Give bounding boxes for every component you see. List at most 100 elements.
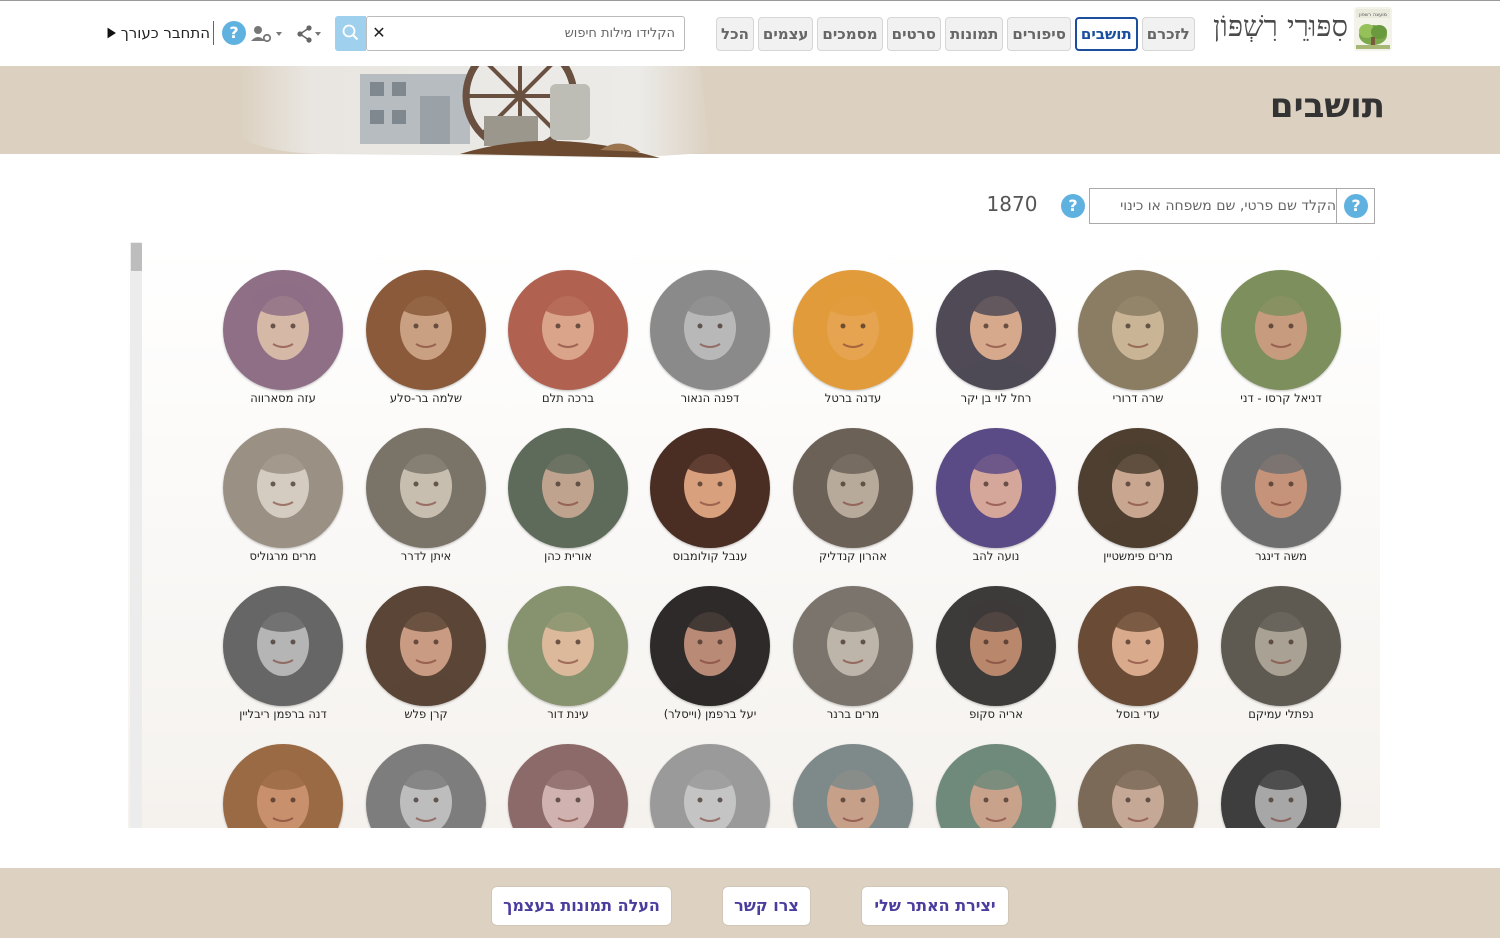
upload-photos-button[interactable]: העלה תמונות בעצמך	[491, 886, 672, 926]
resident-photo[interactable]	[223, 586, 343, 706]
resident-photo[interactable]	[508, 744, 628, 828]
resident-card[interactable]	[356, 744, 496, 828]
resident-name[interactable]: ברכה תלם	[498, 391, 638, 409]
resident-name[interactable]: מרים ברנר	[783, 707, 923, 725]
tab-memorial[interactable]: לזכרם	[1141, 17, 1195, 51]
create-my-site-button[interactable]: יצירת האתר שלי	[861, 886, 1009, 926]
resident-photo[interactable]	[793, 270, 913, 390]
resident-name[interactable]: עדי בוסל	[1068, 707, 1208, 725]
resident-card[interactable]	[1211, 744, 1351, 828]
resident-name[interactable]: ענבל קולומבוס	[640, 549, 780, 567]
tab-objects[interactable]: עצמים	[757, 17, 814, 51]
resident-photo[interactable]	[366, 428, 486, 548]
resident-photo[interactable]	[936, 586, 1056, 706]
resident-name[interactable]: דפנה הנאור	[640, 391, 780, 409]
resident-name[interactable]: נועה להב	[926, 549, 1066, 567]
resident-card[interactable]: איתן לדרר	[356, 428, 496, 578]
resident-card[interactable]: מרים פימשטיין	[1068, 428, 1208, 578]
resident-photo[interactable]	[793, 586, 913, 706]
resident-photo[interactable]	[366, 586, 486, 706]
resident-photo[interactable]	[650, 270, 770, 390]
tab-residents[interactable]: תושבים	[1074, 17, 1138, 51]
search-button[interactable]	[335, 16, 366, 51]
resident-card[interactable]: ענבל קולומבוס	[640, 428, 780, 578]
resident-name[interactable]: משה דינגר	[1211, 549, 1351, 567]
resident-name[interactable]: רחל לוי בן יקר	[926, 391, 1066, 409]
resident-photo[interactable]	[1221, 428, 1341, 548]
resident-photo[interactable]	[1221, 744, 1341, 828]
share-menu-button[interactable]	[296, 23, 326, 45]
resident-name[interactable]: דנה ברפמן ריבליין	[213, 707, 353, 725]
resident-photo[interactable]	[366, 270, 486, 390]
resident-card[interactable]: קרן פלש	[356, 586, 496, 736]
resident-card[interactable]: מרים מרגוליס	[213, 428, 353, 578]
resident-photo[interactable]	[1078, 744, 1198, 828]
resident-photo[interactable]	[793, 428, 913, 548]
resident-card[interactable]: שרה דרורי	[1068, 270, 1208, 420]
resident-card[interactable]	[498, 744, 638, 828]
resident-photo[interactable]	[1078, 586, 1198, 706]
grid-scrollbar[interactable]	[130, 242, 142, 828]
resident-card[interactable]: דנה ברפמן ריבליין	[213, 586, 353, 736]
contact-us-button[interactable]: צרו קשר	[722, 886, 811, 926]
resident-name[interactable]: דניאל קרסו - דני	[1211, 391, 1351, 409]
resident-card[interactable]	[1068, 744, 1208, 828]
tab-photos[interactable]: תמונות	[944, 17, 1004, 51]
resident-photo[interactable]	[936, 270, 1056, 390]
resident-card[interactable]: נועה להב	[926, 428, 1066, 578]
resident-name[interactable]: שרה דרורי	[1068, 391, 1208, 409]
resident-photo[interactable]	[650, 586, 770, 706]
resident-photo[interactable]	[223, 428, 343, 548]
resident-card[interactable]: רחל לוי בן יקר	[926, 270, 1066, 420]
help-icon[interactable]: ?	[222, 21, 246, 45]
resident-name[interactable]: איתן לדרר	[356, 549, 496, 567]
resident-photo[interactable]	[508, 270, 628, 390]
resident-photo[interactable]	[223, 744, 343, 828]
resident-card[interactable]	[640, 744, 780, 828]
resident-name[interactable]: עדנה ברטל	[783, 391, 923, 409]
resident-photo[interactable]	[508, 586, 628, 706]
resident-card[interactable]: דניאל קרסו - דני	[1211, 270, 1351, 420]
resident-name[interactable]: יעל ברפמן (וייסלר)	[640, 707, 780, 725]
resident-card[interactable]: אהרון קנדליק	[783, 428, 923, 578]
year-help-icon[interactable]: ?	[1061, 194, 1085, 218]
resident-name[interactable]: נפתלי עמיקם	[1211, 707, 1351, 725]
resident-card[interactable]: עדי בוסל	[1068, 586, 1208, 736]
resident-name[interactable]: אהרון קנדליק	[783, 549, 923, 567]
site-title[interactable]: סִפּוּרֵי רִשְׁפּוֹן	[1180, 9, 1348, 49]
resident-name[interactable]: מרים מרגוליס	[213, 549, 353, 567]
resident-card[interactable]: אריה סקופ	[926, 586, 1066, 736]
resident-photo[interactable]	[366, 744, 486, 828]
resident-card[interactable]: מרים ברנר	[783, 586, 923, 736]
login-editor-button[interactable]: התחבר כעורך	[106, 21, 210, 45]
resident-card[interactable]: עינת דור	[498, 586, 638, 736]
resident-photo[interactable]	[1078, 270, 1198, 390]
resident-photo[interactable]	[223, 270, 343, 390]
tab-documents[interactable]: מסמכים	[817, 17, 883, 51]
resident-name[interactable]: עינת דור	[498, 707, 638, 725]
resident-photo[interactable]	[793, 744, 913, 828]
resident-name[interactable]: עזה מסארווה	[213, 391, 353, 409]
name-filter-help-button[interactable]: ?	[1336, 188, 1375, 224]
clear-search-icon[interactable]: ✕	[371, 24, 387, 42]
site-logo-icon[interactable]: מועצה רשפון	[1354, 7, 1392, 51]
resident-photo[interactable]	[936, 744, 1056, 828]
resident-card[interactable]	[926, 744, 1066, 828]
resident-name[interactable]: קרן פלש	[356, 707, 496, 725]
resident-photo[interactable]	[1221, 270, 1341, 390]
resident-card[interactable]: ברכה תלם	[498, 270, 638, 420]
year-value[interactable]: 1870	[985, 192, 1039, 218]
resident-name[interactable]: שלמה בר-סלע	[356, 391, 496, 409]
resident-name[interactable]: אורית כהן	[498, 549, 638, 567]
resident-card[interactable]	[213, 744, 353, 828]
resident-card[interactable]: משה דינגר	[1211, 428, 1351, 578]
resident-photo[interactable]	[936, 428, 1056, 548]
user-settings-menu-button[interactable]	[250, 23, 286, 45]
resident-card[interactable]: אורית כהן	[498, 428, 638, 578]
search-input[interactable]	[391, 17, 681, 50]
tab-stories[interactable]: סיפורים	[1007, 17, 1071, 51]
resident-card[interactable]	[783, 744, 923, 828]
tab-videos[interactable]: סרטים	[886, 17, 941, 51]
resident-card[interactable]: דפנה הנאור	[640, 270, 780, 420]
tab-all[interactable]: הכל	[716, 17, 754, 51]
